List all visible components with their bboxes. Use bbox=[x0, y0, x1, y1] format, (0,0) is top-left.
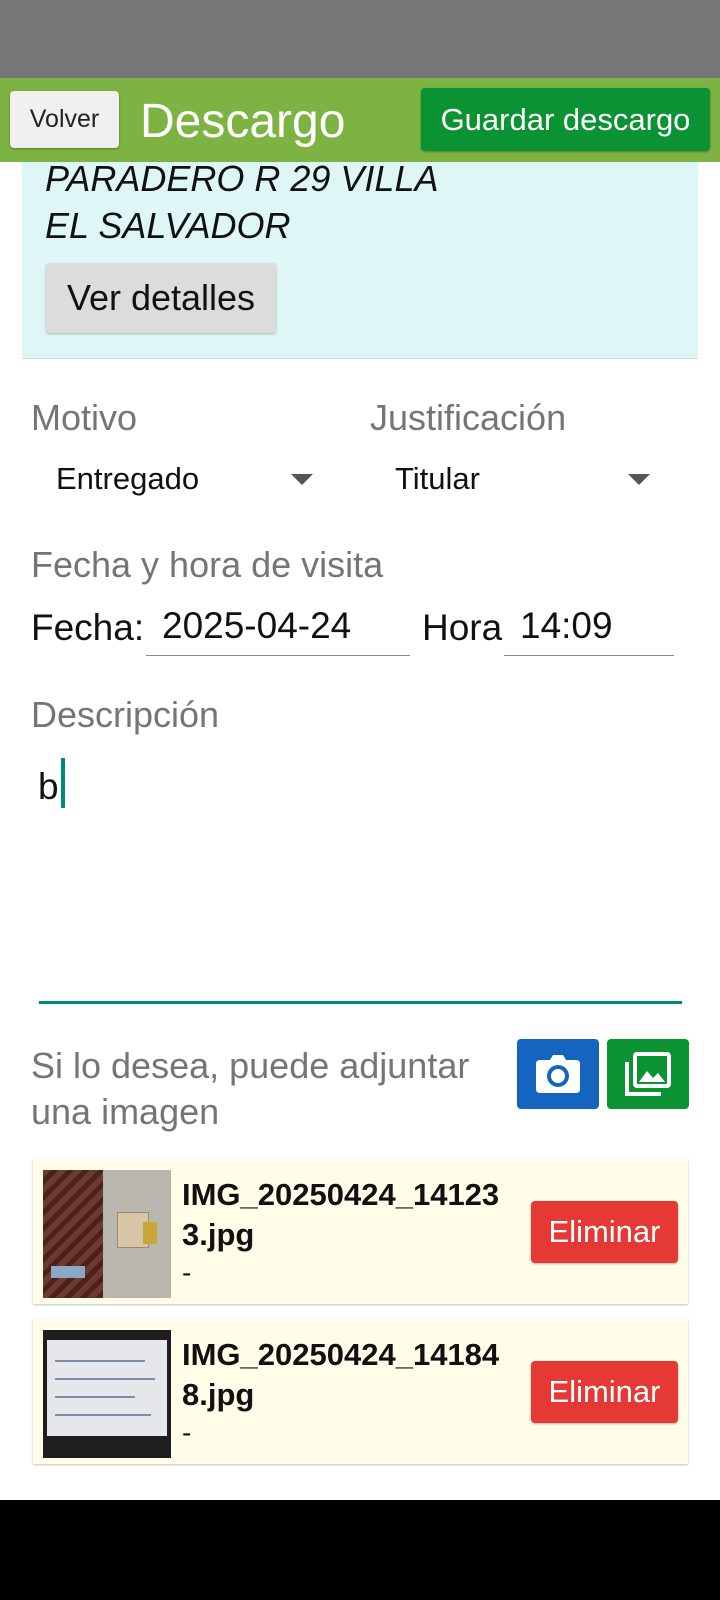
save-button[interactable]: Guardar descargo bbox=[421, 88, 710, 151]
attachment-subtitle: - bbox=[182, 1417, 192, 1448]
motivo-value: Entregado bbox=[56, 461, 200, 496]
address-line-2: EL SALVADOR bbox=[45, 205, 291, 246]
attachment-card: IMG_20250424_141233.jpg - Eliminar bbox=[33, 1159, 688, 1304]
gallery-button[interactable] bbox=[607, 1039, 689, 1109]
descripcion-underline bbox=[39, 1001, 682, 1004]
delete-attachment-button[interactable]: Eliminar bbox=[531, 1361, 678, 1423]
attachment-thumbnail bbox=[43, 1330, 171, 1458]
visit-datetime-label: Fecha y hora de visita bbox=[31, 544, 384, 585]
page-title: Descargo bbox=[140, 95, 346, 148]
address-line-1: PARADERO R 29 VILLA bbox=[45, 158, 439, 199]
attachment-card: IMG_20250424_141848.jpg - Eliminar bbox=[33, 1319, 688, 1464]
descripcion-textarea[interactable]: b bbox=[38, 765, 59, 809]
attach-prompt: Si lo desea, puede adjuntar una imagen bbox=[31, 1045, 470, 1132]
navigation-bar bbox=[0, 1500, 720, 1600]
attachment-thumbnail bbox=[43, 1170, 171, 1298]
attachment-filename: IMG_20250424_141233.jpg bbox=[182, 1177, 500, 1252]
status-bar bbox=[0, 0, 720, 78]
justificacion-select[interactable]: Titular bbox=[370, 453, 660, 505]
justificacion-label: Justificación bbox=[370, 397, 567, 438]
hora-label: Hora bbox=[422, 607, 503, 648]
details-button[interactable]: Ver detalles bbox=[46, 263, 276, 333]
motivo-label: Motivo bbox=[31, 397, 138, 438]
attachment-filename: IMG_20250424_141848.jpg bbox=[182, 1337, 500, 1412]
text-cursor bbox=[61, 758, 65, 808]
delete-attachment-button[interactable]: Eliminar bbox=[531, 1201, 678, 1263]
chevron-down-icon bbox=[628, 474, 650, 485]
camera-icon bbox=[536, 1055, 580, 1093]
motivo-select[interactable]: Entregado bbox=[31, 453, 321, 505]
fecha-input[interactable]: 2025-04-24 bbox=[146, 604, 410, 656]
fecha-label: Fecha: bbox=[31, 607, 145, 648]
attachment-subtitle: - bbox=[182, 1257, 192, 1288]
chevron-down-icon bbox=[291, 474, 313, 485]
back-button[interactable]: Volver bbox=[10, 91, 119, 148]
camera-button[interactable] bbox=[517, 1039, 599, 1109]
hora-input[interactable]: 14:09 bbox=[504, 604, 674, 656]
image-gallery-icon bbox=[625, 1052, 671, 1096]
descripcion-label: Descripción bbox=[31, 694, 220, 735]
justificacion-value: Titular bbox=[395, 461, 480, 496]
